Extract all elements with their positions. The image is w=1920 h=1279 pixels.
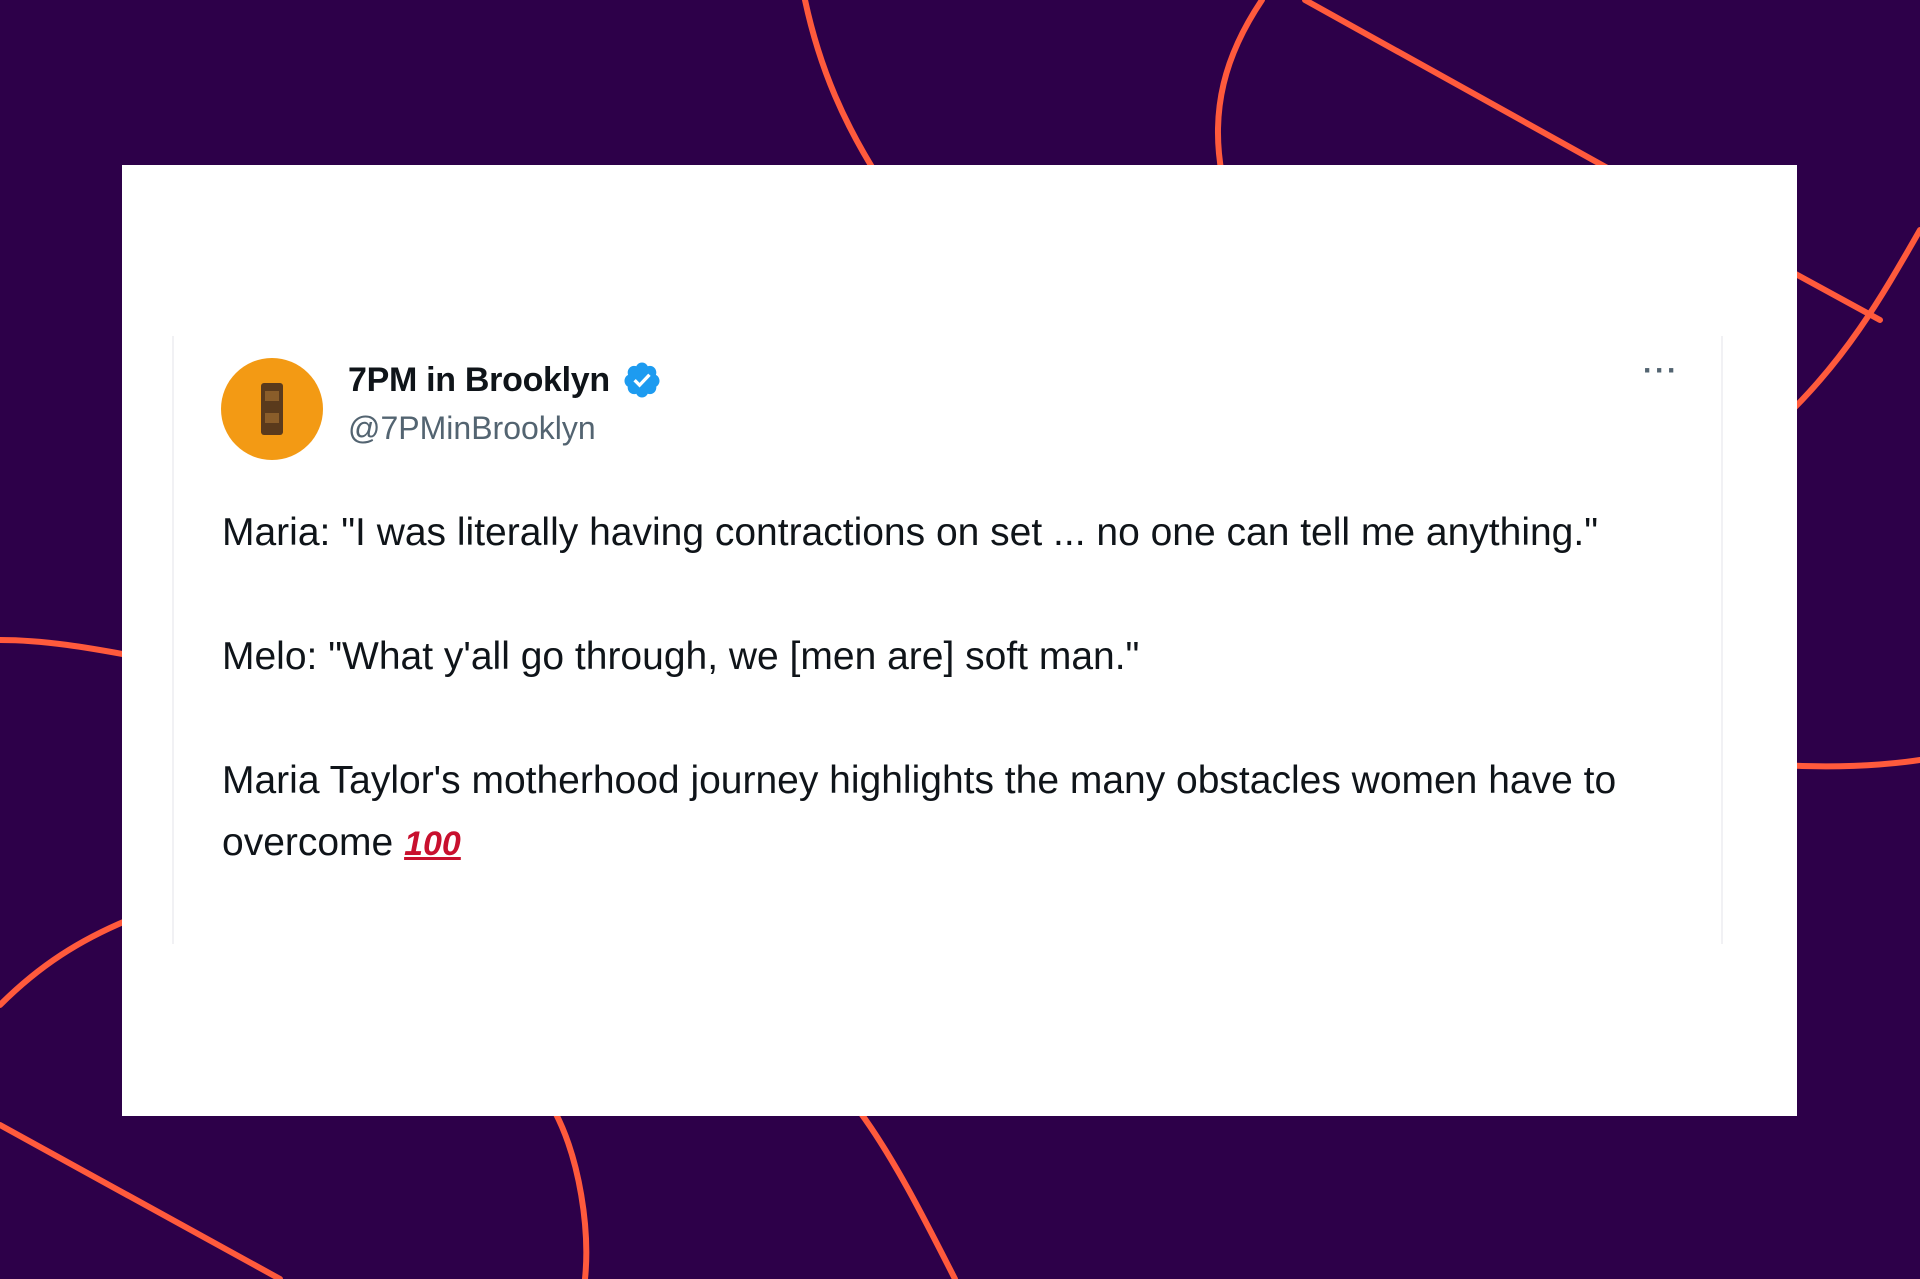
tweet-paragraph-3: Maria Taylor's motherhood journey highli…: [222, 750, 1672, 875]
verified-badge-icon: [624, 362, 660, 398]
hundred-points-icon: 100: [404, 825, 461, 863]
more-options-icon[interactable]: ···: [1643, 354, 1679, 388]
tweet-paragraph-2: Melo: "What y'all go through, we [men ar…: [222, 635, 1140, 678]
display-name[interactable]: 7PM in Brooklyn: [348, 361, 610, 400]
tweet[interactable]: 7PM in Brooklyn @7PMinBrooklyn ··· Maria…: [172, 336, 1723, 944]
avatar-logo-icon: [261, 383, 283, 435]
avatar[interactable]: [221, 358, 323, 460]
author-name-row: 7PM in Brooklyn: [348, 358, 662, 402]
tweet-paragraph-1: Maria: "I was literally having contracti…: [222, 511, 1599, 554]
user-handle[interactable]: @7PMinBrooklyn: [348, 410, 596, 447]
tweet-screenshot-card: 7PM in Brooklyn @7PMinBrooklyn ··· Maria…: [122, 165, 1797, 1116]
tweet-text: Maria: "I was literally having contracti…: [222, 502, 1672, 875]
